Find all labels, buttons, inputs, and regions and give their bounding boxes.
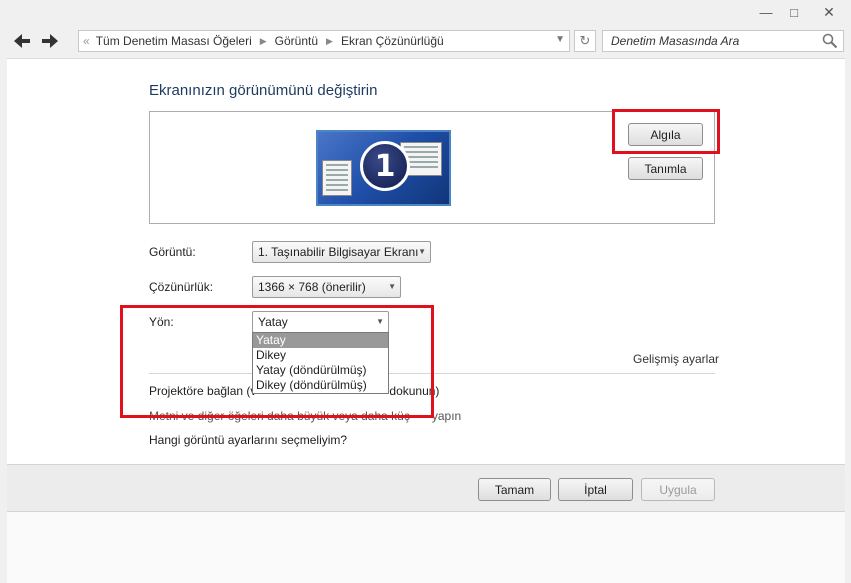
title-bar: — □ ✕ (0, 0, 851, 26)
breadcrumb-item[interactable]: Görüntü (275, 34, 318, 48)
search-placeholder: Denetim Masasında Ara (611, 34, 740, 48)
text-size-link-end: yapın (431, 409, 462, 423)
display-select-value: 1. Taşınabilir Bilgisayar Ekranı (258, 245, 419, 259)
back-arrow-icon[interactable] (12, 31, 32, 51)
chevron-down-icon[interactable]: ▼ (555, 34, 565, 45)
resolution-select[interactable]: 1366 × 768 (önerilir) ▼ (252, 276, 401, 298)
refresh-icon[interactable]: ↻ (574, 30, 596, 52)
display-select[interactable]: 1. Taşınabilir Bilgisayar Ekranı ▼ (252, 241, 431, 263)
double-chevron-icon: « (83, 34, 90, 48)
breadcrumb-separator-icon[interactable]: ▶ (326, 36, 333, 47)
highlight-box-detect (612, 109, 720, 154)
footer-bar (7, 464, 845, 512)
address-bar[interactable]: « Tüm Denetim Masası Öğeleri ▶ Görüntü ▶… (78, 30, 570, 52)
breadcrumb-item[interactable]: Ekran Çözünürlüğü (341, 34, 444, 48)
monitor-number-badge: 1 (360, 141, 410, 191)
monitor-icon[interactable]: 1 (316, 130, 451, 206)
resolution-label: Çözünürlük: (149, 280, 214, 294)
identify-button[interactable]: Tanımla (628, 157, 703, 180)
chevron-down-icon: ▼ (388, 282, 396, 291)
breadcrumb-separator-icon[interactable]: ▶ (260, 36, 267, 47)
window-thumbnail-icon (322, 160, 352, 196)
chevron-down-icon: ▼ (418, 247, 426, 256)
breadcrumb-item[interactable]: Tüm Denetim Masası Öğeleri (96, 34, 252, 48)
apply-button[interactable]: Uygula (641, 478, 715, 501)
forward-arrow-icon[interactable] (40, 31, 60, 51)
cancel-button[interactable]: İptal (558, 478, 633, 501)
maximize-button[interactable]: □ (783, 4, 805, 20)
highlight-box-orientation (120, 305, 434, 418)
ok-button[interactable]: Tamam (478, 478, 551, 501)
resolution-select-value: 1366 × 768 (önerilir) (258, 280, 366, 294)
search-input[interactable]: Denetim Masasında Ara (602, 30, 844, 52)
page-title: Ekranınızın görünümünü değiştirin (149, 82, 378, 99)
close-button[interactable]: ✕ (818, 4, 840, 20)
left-frame (0, 58, 7, 583)
navigation-bar: « Tüm Denetim Masası Öğeleri ▶ Görüntü ▶… (0, 26, 851, 58)
search-icon[interactable] (822, 33, 838, 52)
minimize-button[interactable]: — (755, 4, 777, 20)
display-label: Görüntü: (149, 245, 196, 259)
advanced-settings-link[interactable]: Gelişmiş ayarlar (633, 352, 719, 366)
lower-area (7, 512, 845, 583)
which-settings-link[interactable]: Hangi görüntü ayarlarını seçmeliyim? (149, 433, 347, 447)
